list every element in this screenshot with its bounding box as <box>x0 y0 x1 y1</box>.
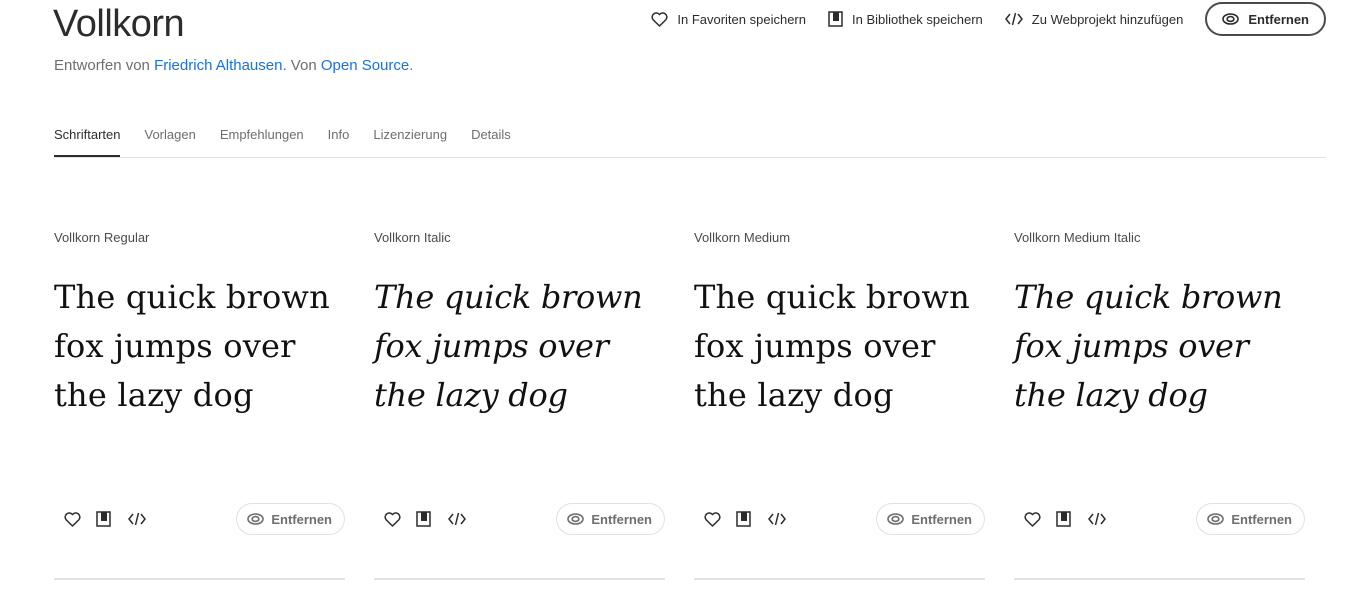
webproject-button[interactable] <box>448 509 480 529</box>
remove-font-button[interactable]: Entfernen <box>236 503 345 535</box>
library-icon <box>96 511 111 527</box>
creative-cloud-icon <box>887 513 905 525</box>
tab-empfehlungen[interactable]: Empfehlungen <box>220 126 304 156</box>
code-icon <box>1004 12 1023 26</box>
creative-cloud-icon <box>567 513 585 525</box>
code-icon <box>768 512 786 526</box>
card-divider <box>694 578 985 580</box>
remove-family-button[interactable]: Entfernen <box>1205 2 1326 36</box>
library-icon <box>828 11 843 27</box>
tab-info[interactable]: Info <box>328 126 350 156</box>
library-icon <box>416 511 431 527</box>
favorite-button[interactable] <box>64 509 96 529</box>
font-card-medium: Vollkorn Medium The quick brown fox jump… <box>694 230 985 581</box>
library-button[interactable] <box>96 509 128 529</box>
code-icon <box>448 512 466 526</box>
remove-font-label: Entfernen <box>271 511 332 527</box>
tab-lizenzierung[interactable]: Lizenzierung <box>373 126 447 156</box>
card-actions <box>384 509 480 529</box>
heart-icon <box>1024 511 1041 527</box>
font-style-name: Vollkorn Medium Italic <box>1014 230 1141 245</box>
tab-bar: Schriftarten Vorlagen Empfehlungen Info … <box>54 126 1326 158</box>
font-sample-text: The quick brown fox jumps over the lazy … <box>54 278 330 414</box>
byline-suffix: . <box>409 57 414 74</box>
remove-font-button[interactable]: Entfernen <box>1196 503 1305 535</box>
remove-family-label: Entfernen <box>1248 11 1309 27</box>
webproject-button[interactable] <box>768 509 800 529</box>
remove-font-button[interactable]: Entfernen <box>876 503 985 535</box>
card-divider <box>1014 578 1305 580</box>
font-style-name: Vollkorn Italic <box>374 230 451 245</box>
save-library-label: In Bibliothek speichern <box>851 11 983 27</box>
font-sample-text: The quick brown fox jumps over the lazy … <box>1014 278 1283 414</box>
font-card-medium-italic: Vollkorn Medium Italic The quick brown f… <box>1014 230 1305 581</box>
save-favorite-button[interactable]: In Favoriten speichern <box>651 12 806 27</box>
font-family-title: Vollkorn <box>53 3 185 45</box>
favorite-button[interactable] <box>384 509 416 529</box>
card-actions <box>64 509 160 529</box>
favorite-button[interactable] <box>704 509 736 529</box>
library-button[interactable] <box>416 509 448 529</box>
add-webproject-button[interactable]: Zu Webprojekt hinzufügen <box>1004 11 1184 27</box>
creative-cloud-icon <box>1207 513 1225 525</box>
remove-font-label: Entfernen <box>1231 511 1292 527</box>
tab-schriftarten[interactable]: Schriftarten <box>54 126 121 157</box>
foundry-link[interactable]: Open Source <box>321 57 409 74</box>
library-button[interactable] <box>736 509 768 529</box>
byline: Entworfen von Friedrich Althausen. Von O… <box>54 57 413 75</box>
card-divider <box>54 578 345 580</box>
font-sample-text: The quick brown fox jumps over the lazy … <box>374 278 643 414</box>
remove-font-label: Entfernen <box>911 511 972 527</box>
card-actions <box>1024 509 1120 529</box>
byline-mid: . Von <box>282 57 321 74</box>
font-style-name: Vollkorn Medium <box>694 230 791 245</box>
favorite-button[interactable] <box>1024 509 1056 529</box>
font-style-name: Vollkorn Regular <box>54 230 150 245</box>
add-webproject-label: Zu Webprojekt hinzufügen <box>1031 11 1184 27</box>
creative-cloud-icon <box>247 513 265 525</box>
save-library-button[interactable]: In Bibliothek speichern <box>828 11 983 27</box>
card-actions <box>704 509 800 529</box>
remove-font-label: Entfernen <box>591 511 652 527</box>
tab-vorlagen[interactable]: Vorlagen <box>144 126 195 156</box>
heart-icon <box>651 11 668 27</box>
heart-icon <box>704 511 721 527</box>
font-card-italic: Vollkorn Italic The quick brown fox jump… <box>374 230 665 581</box>
heart-icon <box>64 511 81 527</box>
save-favorite-label: In Favoriten speichern <box>677 11 806 27</box>
webproject-button[interactable] <box>128 509 160 529</box>
header-actions: In Favoriten speichern In Bibliothek spe… <box>651 2 1326 36</box>
creative-cloud-icon <box>1222 13 1240 25</box>
remove-font-button[interactable]: Entfernen <box>556 503 665 535</box>
library-button[interactable] <box>1056 509 1088 529</box>
heart-icon <box>384 511 401 527</box>
webproject-button[interactable] <box>1088 509 1120 529</box>
byline-prefix: Entworfen von <box>54 57 155 74</box>
tab-details[interactable]: Details <box>471 126 511 156</box>
code-icon <box>128 512 146 526</box>
code-icon <box>1088 512 1106 526</box>
designer-link[interactable]: Friedrich Althausen <box>154 57 282 74</box>
font-card-regular: Vollkorn Regular The quick brown fox jum… <box>54 230 345 581</box>
font-sample-text: The quick brown fox jumps over the lazy … <box>694 278 970 414</box>
card-divider <box>374 578 665 580</box>
library-icon <box>1056 511 1071 527</box>
library-icon <box>736 511 751 527</box>
